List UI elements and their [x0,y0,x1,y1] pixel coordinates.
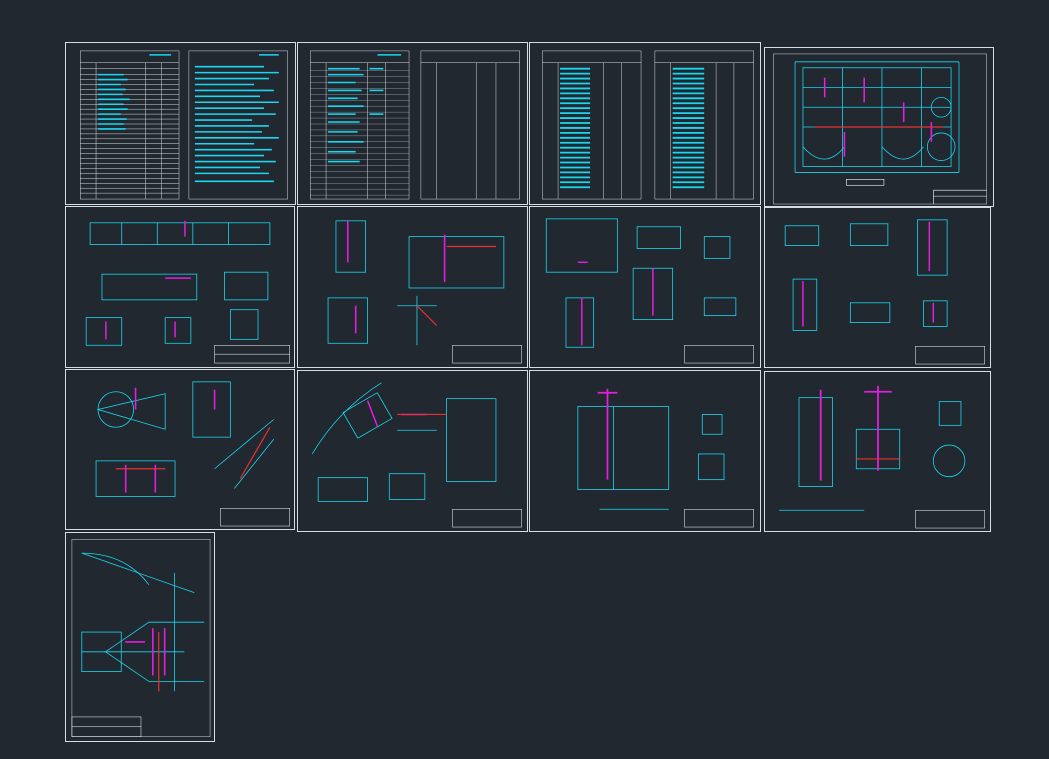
drawing-sheet[interactable] [529,206,761,368]
sheet-drawing-details [784,219,985,365]
sheet-drawing-tables [310,50,520,200]
table-left [79,50,180,200]
sheet-drawing-details [95,381,290,527]
drawing-sheet[interactable] [65,206,295,368]
sheet-drawing-plan [71,539,211,737]
drawing-sheet[interactable] [65,532,215,742]
sheet-drawing-sections [85,220,290,364]
drawing-sheet[interactable] [297,42,528,205]
sheet-drawing-tables [542,50,754,200]
drawing-sheet[interactable] [529,370,761,532]
sheet-drawing-details [327,220,522,364]
sheet-drawing-details [311,382,522,528]
drawing-viewport[interactable] [0,0,1049,759]
sheet-drawing-details [577,388,754,528]
sheet-drawing-tables [79,50,288,200]
drawing-sheet[interactable] [764,371,991,532]
sheet-drawing-details [545,218,754,364]
drawing-sheet[interactable] [529,42,761,205]
drawing-sheet[interactable] [297,370,528,532]
sheet-drawing-plan [773,53,987,205]
drawing-sheet[interactable] [297,206,528,368]
drawing-sheet[interactable] [764,47,994,207]
drawing-sheet[interactable] [764,207,991,368]
drawing-sheet[interactable] [65,369,295,530]
drawing-sheet[interactable] [65,42,296,205]
sheet-drawing-details [779,385,985,529]
